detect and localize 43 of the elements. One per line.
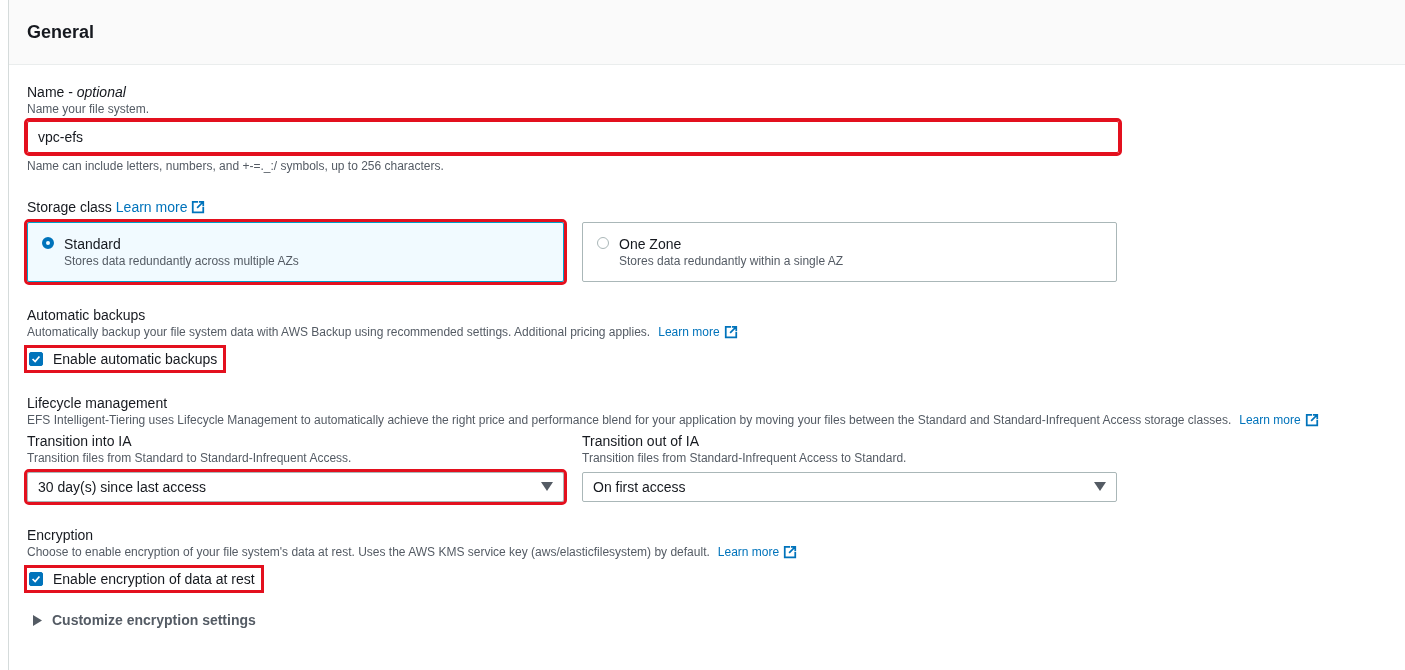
field-description: Name your file system. [27,101,151,117]
field-label: Storage class [27,198,112,216]
checkbox-option[interactable]: Enable automatic backups [27,348,224,370]
field-description: Transition files from Standard-Infrequent Access to Standard. [582,450,908,466]
option-title: One Zone [619,235,683,253]
field-description: Transition files from Standard to Standard-Infrequent Access. [27,450,353,466]
radio-button[interactable] [42,237,54,249]
checkmark-icon [30,573,42,585]
learn-more-link[interactable]: Learn more [1239,413,1301,427]
field-label: Lifecycle management [27,394,169,412]
external-link-icon [1304,413,1319,427]
caret-icon [33,614,42,626]
external-link-icon [723,325,738,339]
learn-more-link[interactable]: Learn more [115,199,188,215]
external-link-icon [783,545,798,559]
caret-icon [541,482,553,492]
learn-more-link[interactable]: Learn more [658,325,720,339]
option-description: Stores data redundantly within a single AZ [619,253,844,269]
storage-class-option[interactable]: Standard Stores data redundantly across multiple AZs [27,222,564,282]
checkmark-icon [30,353,42,365]
field-constraint: Name can include letters, numbers, and +-=._:/ symbols, up to 256 characters. [27,158,445,174]
caret-icon [1094,482,1106,492]
field-label: Name - optional [27,83,127,101]
checkbox[interactable] [29,572,43,586]
dropdown-select[interactable]: On first access [582,472,1117,502]
checkbox-option[interactable]: Enable encryption of data at rest [27,568,261,590]
option-title: Standard [64,235,122,253]
field-description: EFS Intelligent-Tiering uses Lifecycle Management to automatically achieve the right price and performance blend for your application by moving your files between the Standard and Standard-Infrequent Access storage classes. [27,412,1232,428]
external-link-icon [191,200,206,214]
field-label: Automatic backups [27,306,147,324]
checkbox[interactable] [29,352,43,366]
field-description: Automatically backup your file system data with AWS Backup using recommended settings. Additional pricing applies. [27,324,651,340]
expander-toggle[interactable]: Customize encryption settings [27,612,256,628]
learn-more-link[interactable]: Learn more [717,545,780,559]
field-description: Choose to enable encryption of your file system's data at rest. Uses the AWS KMS service key (aws/elasticfilesystem) by default. [27,544,710,560]
field-label: Encryption [27,526,95,544]
dropdown-select[interactable]: 30 day(s) since last access [27,472,564,502]
storage-class-option[interactable]: One Zone Stores data redundantly within a single AZ [582,222,1117,282]
field-label: Transition into IA [27,432,133,450]
option-description: Stores data redundantly across multiple AZs [64,253,299,269]
panel-title: General [27,21,95,43]
name-input-field[interactable]: vpc-efs [27,121,1119,153]
field-label: Transition out of IA [582,432,700,450]
